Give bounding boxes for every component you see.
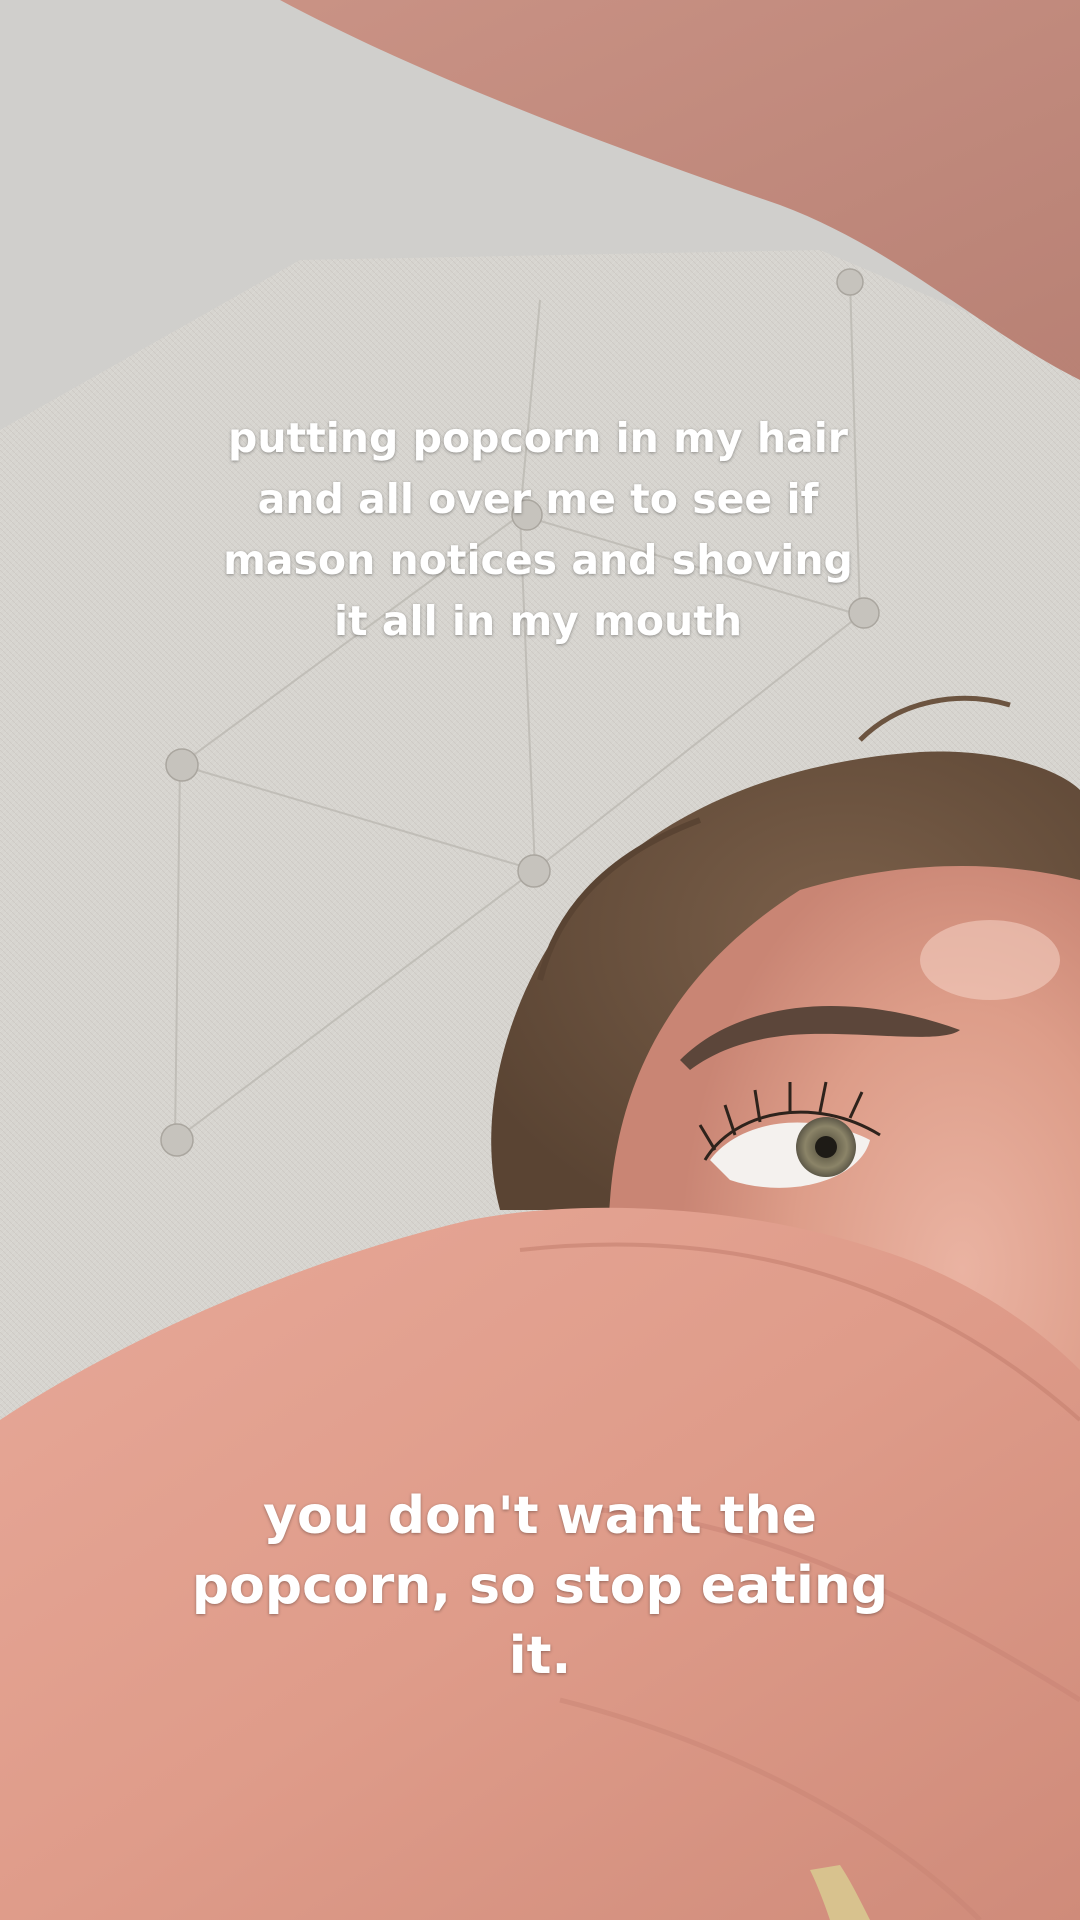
caption-top: putting popcorn in my hair and all over … <box>223 414 853 645</box>
caption-bottom: you don't want the popcorn, so stop eati… <box>191 1486 889 1686</box>
video-frame: putting popcorn in my hair and all over … <box>0 0 1080 1920</box>
